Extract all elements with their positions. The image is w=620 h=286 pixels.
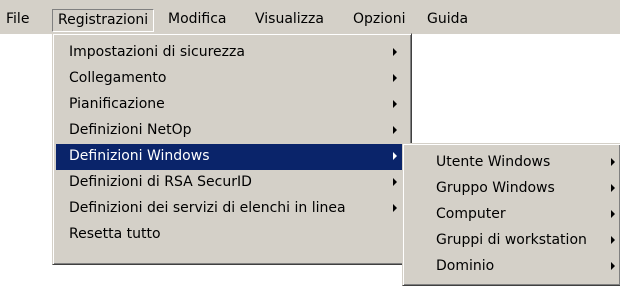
submenu-arrow-icon (393, 126, 397, 134)
menu-visualizza[interactable]: Visualizza (249, 9, 330, 32)
menu-item-impostazioni-sicurezza[interactable]: Impostazioni di sicurezza (56, 40, 408, 66)
menu-bar: File Registrazioni Modifica Visualizza O… (0, 0, 620, 36)
submenu-item-dominio[interactable]: Dominio (406, 254, 620, 280)
submenu-arrow-icon (611, 184, 615, 192)
registrazioni-dropdown: Impostazioni di sicurezza Collegamento P… (52, 33, 412, 265)
submenu-arrow-icon (393, 100, 397, 108)
menu-item-definizioni-windows[interactable]: Definizioni Windows (56, 144, 408, 170)
submenu-item-gruppo-windows[interactable]: Gruppo Windows (406, 176, 620, 202)
menu-item-label: Impostazioni di sicurezza (69, 44, 245, 60)
submenu-item-utente-windows[interactable]: Utente Windows (406, 150, 620, 176)
submenu-item-computer[interactable]: Computer (406, 202, 620, 228)
windows-submenu: Utente Windows Gruppo Windows Computer G… (402, 143, 620, 286)
menu-registrazioni[interactable]: Registrazioni (52, 9, 155, 32)
submenu-item-label: Computer (436, 206, 506, 222)
menu-item-label: Definizioni di RSA SecurID (69, 174, 252, 190)
menu-file[interactable]: File (0, 9, 35, 32)
submenu-item-label: Utente Windows (436, 154, 551, 170)
menu-item-definizioni-servizi-elenchi[interactable]: Definizioni dei servizi di elenchi in li… (56, 196, 408, 222)
submenu-item-label: Dominio (436, 258, 495, 274)
menu-item-label: Resetta tutto (69, 226, 161, 242)
menu-modifica[interactable]: Modifica (162, 9, 233, 32)
menu-item-pianificazione[interactable]: Pianificazione (56, 92, 408, 118)
submenu-arrow-icon (393, 204, 397, 212)
submenu-arrow-icon (611, 236, 615, 244)
submenu-arrow-icon (611, 210, 615, 218)
menu-item-label: Definizioni Windows (69, 148, 210, 164)
submenu-arrow-icon (393, 48, 397, 56)
menu-item-resetta-tutto[interactable]: Resetta tutto (56, 222, 408, 248)
menu-item-label: Pianificazione (69, 96, 165, 112)
submenu-item-label: Gruppi di workstation (436, 232, 587, 248)
submenu-arrow-icon (611, 158, 615, 166)
submenu-item-label: Gruppo Windows (436, 180, 555, 196)
menu-opzioni[interactable]: Opzioni (347, 9, 411, 32)
submenu-arrow-icon (393, 178, 397, 186)
submenu-item-gruppi-workstation[interactable]: Gruppi di workstation (406, 228, 620, 254)
menu-guida[interactable]: Guida (421, 9, 474, 32)
menu-item-label: Collegamento (69, 70, 167, 86)
submenu-arrow-icon (611, 262, 615, 270)
menu-item-definizioni-rsa-securid[interactable]: Definizioni di RSA SecurID (56, 170, 408, 196)
menu-item-label: Definizioni dei servizi di elenchi in li… (69, 200, 346, 216)
menu-item-definizioni-netop[interactable]: Definizioni NetOp (56, 118, 408, 144)
menu-item-collegamento[interactable]: Collegamento (56, 66, 408, 92)
submenu-arrow-icon (393, 74, 397, 82)
submenu-arrow-icon (393, 152, 397, 160)
menu-item-label: Definizioni NetOp (69, 122, 192, 138)
